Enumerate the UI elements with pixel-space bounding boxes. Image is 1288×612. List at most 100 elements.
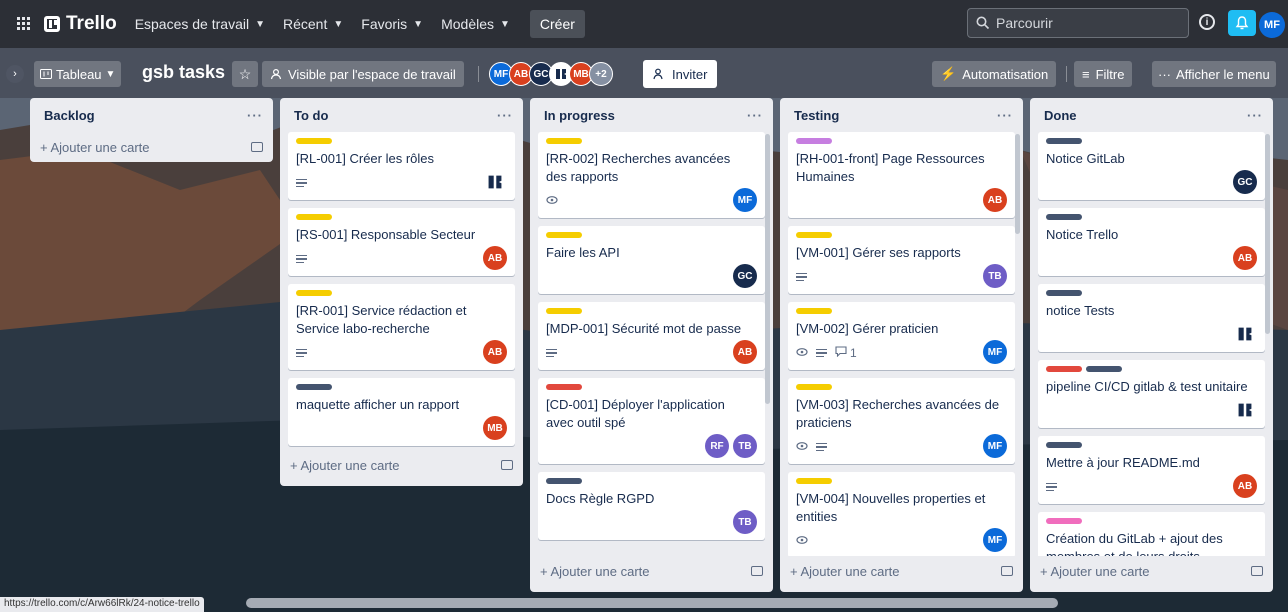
card-label[interactable]	[1086, 366, 1122, 372]
card-label[interactable]	[546, 384, 582, 390]
card-member-avatar[interactable]: RF	[705, 434, 729, 458]
info-icon[interactable]: i	[1199, 14, 1215, 30]
card-member-avatar[interactable]	[1233, 398, 1257, 422]
add-card-button[interactable]: + Ajouter une carte	[780, 556, 1023, 586]
card-label[interactable]	[1046, 366, 1082, 372]
card-member-avatar[interactable]: MF	[983, 434, 1007, 458]
card-label[interactable]	[1046, 518, 1082, 524]
card[interactable]: [RL-001] Créer les rôles	[288, 132, 515, 200]
nav-templates[interactable]: Modèles ▼	[441, 16, 510, 32]
card[interactable]: maquette afficher un rapport MB	[288, 378, 515, 446]
automation-button[interactable]: ⚡ Automatisation	[932, 61, 1057, 87]
card-member-avatar[interactable]: MF	[983, 340, 1007, 364]
visibility-button[interactable]: Visible par l'espace de travail	[262, 61, 464, 87]
show-menu-button[interactable]: ··· Afficher le menu	[1152, 61, 1276, 87]
nav-starred[interactable]: Favoris ▼	[361, 16, 423, 32]
card[interactable]: notice Tests	[1038, 284, 1265, 352]
card-template-icon[interactable]	[751, 566, 763, 576]
card-member-avatar[interactable]: MF	[983, 528, 1007, 552]
card-label[interactable]	[296, 384, 332, 390]
card[interactable]: Notice Trello AB	[1038, 208, 1265, 276]
list-scrollbar[interactable]	[1015, 134, 1020, 234]
board-title[interactable]: gsb tasks	[142, 62, 225, 83]
card-member-avatar[interactable]: TB	[733, 434, 757, 458]
card-member-avatar[interactable]: AB	[483, 246, 507, 270]
star-button[interactable]: ☆	[232, 61, 258, 87]
card-label[interactable]	[296, 214, 332, 220]
list-title[interactable]: In progress	[544, 108, 615, 123]
add-card-button[interactable]: + Ajouter une carte	[280, 450, 523, 480]
card[interactable]: Mettre à jour README.md AB	[1038, 436, 1265, 504]
list-title[interactable]: Testing	[794, 108, 839, 123]
card[interactable]: Faire les API GC	[538, 226, 765, 294]
list-title[interactable]: Done	[1044, 108, 1077, 123]
card-member-avatar[interactable]	[483, 170, 507, 194]
card-label[interactable]	[796, 384, 832, 390]
card[interactable]: Docs Règle RGPD TB	[538, 472, 765, 540]
card-template-icon[interactable]	[251, 142, 263, 152]
list-more-icon[interactable]: ···	[1247, 108, 1263, 123]
card-template-icon[interactable]	[501, 460, 513, 470]
card-label[interactable]	[546, 308, 582, 314]
card-label[interactable]	[1046, 214, 1082, 220]
card[interactable]: [RR-002] Recherches avancées des rapport…	[538, 132, 765, 218]
filter-button[interactable]: ≡ Filtre	[1074, 61, 1133, 87]
card-member-avatar[interactable]: MB	[483, 416, 507, 440]
apps-grid-icon[interactable]	[12, 12, 36, 36]
card-member-avatar[interactable]: AB	[733, 340, 757, 364]
add-card-button[interactable]: + Ajouter une carte	[30, 132, 273, 162]
list-title[interactable]: To do	[294, 108, 328, 123]
card-member-avatar[interactable]: AB	[983, 188, 1007, 212]
card-label[interactable]	[796, 478, 832, 484]
card-label[interactable]	[296, 138, 332, 144]
card-label[interactable]	[546, 138, 582, 144]
card[interactable]: [VM-002] Gérer praticien 1 MF	[788, 302, 1015, 370]
card[interactable]: [VM-003] Recherches avancées de praticie…	[788, 378, 1015, 464]
card[interactable]: [RH-001-front] Page Ressources Humaines A…	[788, 132, 1015, 218]
notifications-button[interactable]	[1228, 10, 1256, 36]
account-avatar[interactable]: MF	[1259, 12, 1285, 38]
card-label[interactable]	[296, 290, 332, 296]
card-member-avatar[interactable]: AB	[1233, 474, 1257, 498]
list-more-icon[interactable]: ···	[747, 108, 763, 123]
card-member-avatar[interactable]: TB	[733, 510, 757, 534]
card[interactable]: pipeline CI/CD gitlab & test unitaire	[1038, 360, 1265, 428]
nav-recent[interactable]: Récent ▼	[283, 16, 343, 32]
card[interactable]: [RS-001] Responsable Secteur AB	[288, 208, 515, 276]
horizontal-scrollbar[interactable]	[246, 598, 1058, 608]
card[interactable]: [VM-001] Gérer ses rapports TB	[788, 226, 1015, 294]
card-label[interactable]	[546, 232, 582, 238]
list-more-icon[interactable]: ···	[997, 108, 1013, 123]
card-member-avatar[interactable]: MF	[733, 188, 757, 212]
card[interactable]: [RR-001] Service rédaction et Service la…	[288, 284, 515, 370]
card-template-icon[interactable]	[1001, 566, 1013, 576]
create-button[interactable]: Créer	[529, 10, 585, 38]
card[interactable]: [MDP-001] Sécurité mot de passe AB	[538, 302, 765, 370]
card[interactable]: Notice GitLab GC	[1038, 132, 1265, 200]
invite-button[interactable]: Inviter	[643, 60, 718, 88]
card[interactable]: Création du GitLab + ajout des membres e…	[1038, 512, 1265, 556]
card-label[interactable]	[546, 478, 582, 484]
card-label[interactable]	[796, 138, 832, 144]
add-card-button[interactable]: + Ajouter une carte	[1030, 556, 1273, 586]
list-more-icon[interactable]: ···	[247, 108, 263, 123]
add-card-button[interactable]: + Ajouter une carte	[530, 556, 773, 586]
sidebar-expand-button[interactable]: ›	[6, 65, 24, 83]
card[interactable]: [VM-004] Nouvelles properties et entitie…	[788, 472, 1015, 556]
search-input[interactable]: Parcourir	[967, 8, 1189, 38]
list-title[interactable]: Backlog	[44, 108, 95, 123]
list-scrollbar[interactable]	[1265, 134, 1270, 334]
card-label[interactable]	[796, 232, 832, 238]
card-member-avatar[interactable]: AB	[1233, 246, 1257, 270]
view-switcher-button[interactable]: Tableau ▼	[34, 61, 122, 87]
list-scrollbar[interactable]	[765, 134, 770, 404]
card-member-avatar[interactable]	[1233, 322, 1257, 346]
more-members-count[interactable]: +2	[589, 62, 613, 86]
trello-logo[interactable]: Trello	[44, 13, 117, 35]
nav-workspaces[interactable]: Espaces de travail ▼	[135, 16, 265, 32]
card-label[interactable]	[1046, 442, 1082, 448]
card-label[interactable]	[796, 308, 832, 314]
card-template-icon[interactable]	[1251, 566, 1263, 576]
card-label[interactable]	[1046, 138, 1082, 144]
card-member-avatar[interactable]: TB	[983, 264, 1007, 288]
